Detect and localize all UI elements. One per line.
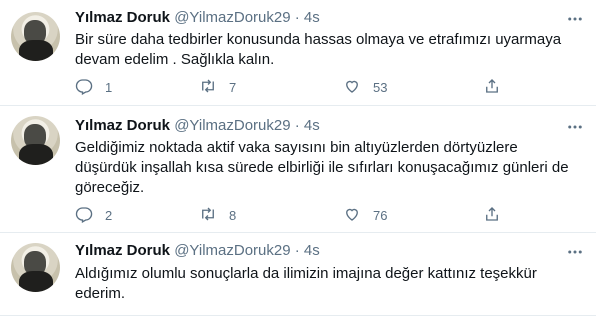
author-name[interactable]: Yılmaz Doruk [75,242,170,259]
reply-button[interactable]: 2 [75,205,199,226]
tweet[interactable]: Yılmaz Doruk @YilmazDoruk29 · 4s Bir sür… [0,0,596,106]
reply-count: 1 [105,79,113,95]
tweet-text: Aldığımız olumlu sonuçlarla da ilimizin … [75,265,537,302]
retweet-button[interactable]: 8 [199,205,343,226]
retweet-button[interactable]: 7 [199,77,343,98]
retweet-count: 7 [229,79,237,95]
like-count: 53 [373,79,388,95]
heart-icon [343,77,361,98]
reply-count: 2 [105,207,113,223]
more-icon[interactable] [566,243,584,261]
share-icon [483,205,501,226]
author-handle[interactable]: @YilmazDoruk29 [174,117,290,134]
like-button[interactable]: 76 [343,205,483,226]
tweet-actions: 2 8 76 [75,205,515,225]
tweet-text: Bir süre daha tedbirler konusunda hassas… [75,31,562,68]
tweet-header: Yılmaz Doruk @YilmazDoruk29 · 4s [75,8,320,28]
retweet-icon [199,205,217,226]
avatar[interactable] [11,116,60,165]
tweet-time[interactable]: 4s [304,242,320,259]
tweet-header: Yılmaz Doruk @YilmazDoruk29 · 4s [75,116,320,136]
author-handle[interactable]: @YilmazDoruk29 [174,9,290,26]
reply-button[interactable]: 1 [75,77,199,98]
avatar[interactable] [11,243,60,292]
tweet-header: Yılmaz Doruk @YilmazDoruk29 · 4s [75,241,320,261]
more-icon[interactable] [566,10,584,28]
share-icon [483,77,501,98]
tweet-text: Geldiğimiz noktada aktif vaka sayısını b… [75,139,569,196]
reply-icon [75,77,93,98]
author-handle[interactable]: @YilmazDoruk29 [174,242,290,259]
author-name[interactable]: Yılmaz Doruk [75,9,170,26]
retweet-icon [199,77,217,98]
tweet-time[interactable]: 4s [304,9,320,26]
separator-dot: · [294,117,300,134]
retweet-count: 8 [229,207,237,223]
tweet[interactable]: Yılmaz Doruk @YilmazDoruk29 · 4s Aldığım… [0,233,596,316]
more-icon[interactable] [566,118,584,136]
avatar[interactable] [11,12,60,61]
reply-icon [75,205,93,226]
separator-dot: · [294,242,300,259]
like-count: 76 [373,207,388,223]
tweet-time[interactable]: 4s [304,117,320,134]
share-button[interactable] [483,205,501,226]
timeline: Yılmaz Doruk @YilmazDoruk29 · 4s Bir sür… [0,0,596,316]
heart-icon [343,205,361,226]
author-name[interactable]: Yılmaz Doruk [75,117,170,134]
like-button[interactable]: 53 [343,77,483,98]
share-button[interactable] [483,77,501,98]
tweet-actions: 1 7 53 [75,77,515,97]
tweet[interactable]: Yılmaz Doruk @YilmazDoruk29 · 4s Geldiği… [0,106,596,233]
separator-dot: · [294,9,300,26]
